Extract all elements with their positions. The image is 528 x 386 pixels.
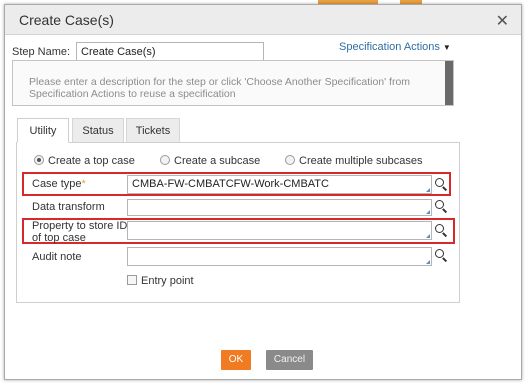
tab-utility[interactable]: Utility bbox=[17, 118, 69, 143]
radio-create-multiple-subcases[interactable]: Create multiple subcases bbox=[285, 155, 423, 167]
resize-corner-icon bbox=[426, 260, 430, 264]
audit-note-label: Audit note bbox=[32, 251, 82, 263]
resize-corner-icon bbox=[426, 234, 430, 238]
specification-actions-menu[interactable]: Specification Actions ▼ bbox=[339, 41, 451, 53]
data-transform-label: Data transform bbox=[32, 201, 105, 213]
close-icon[interactable]: ✕ bbox=[496, 11, 509, 31]
step-description-textarea[interactable]: Please enter a description for the step … bbox=[12, 60, 454, 106]
property-label: Property to store ID of top case bbox=[32, 220, 127, 244]
radio-unselected-icon bbox=[160, 155, 170, 165]
specification-actions-label: Specification Actions bbox=[339, 41, 440, 53]
dialog-titlebar: Create Case(s) ✕ bbox=[5, 5, 521, 35]
description-scrollbar[interactable] bbox=[445, 61, 453, 105]
data-transform-search-icon[interactable] bbox=[435, 200, 447, 212]
property-input[interactable] bbox=[127, 221, 432, 240]
case-type-search-icon[interactable] bbox=[435, 178, 447, 190]
dialog-title: Create Case(s) bbox=[19, 12, 114, 28]
radio-unselected-icon bbox=[285, 155, 295, 165]
ok-button[interactable]: OK bbox=[221, 350, 251, 370]
step-name-label: Step Name: bbox=[12, 46, 71, 58]
entry-point-checkbox[interactable]: Entry point bbox=[127, 275, 194, 287]
case-type-label: Case type* bbox=[32, 178, 86, 190]
checkbox-icon bbox=[127, 275, 137, 285]
audit-note-input[interactable] bbox=[127, 247, 432, 266]
property-label-line1: Property to store ID bbox=[32, 220, 128, 232]
radio-create-subcase[interactable]: Create a subcase bbox=[160, 155, 260, 167]
step-name-input[interactable] bbox=[76, 42, 264, 62]
entry-point-label: Entry point bbox=[141, 275, 194, 287]
data-transform-input[interactable] bbox=[127, 199, 432, 216]
radio-label: Create a top case bbox=[48, 155, 135, 167]
tab-status[interactable]: Status bbox=[72, 118, 124, 143]
case-type-value: CMBA-FW-CMBATCFW-Work-CMBATC bbox=[132, 178, 329, 190]
resize-corner-icon bbox=[426, 188, 430, 192]
case-type-input[interactable]: CMBA-FW-CMBATCFW-Work-CMBATC bbox=[127, 175, 432, 194]
required-marker: * bbox=[81, 178, 86, 190]
cancel-button[interactable]: Cancel bbox=[266, 350, 313, 370]
radio-label: Create multiple subcases bbox=[299, 155, 423, 167]
radio-create-top-case[interactable]: Create a top case bbox=[34, 155, 135, 167]
radio-label: Create a subcase bbox=[174, 155, 261, 167]
audit-note-search-icon[interactable] bbox=[435, 249, 447, 261]
resize-corner-icon bbox=[426, 210, 430, 214]
caret-down-icon: ▼ bbox=[442, 43, 451, 52]
radio-selected-icon bbox=[34, 155, 44, 165]
property-search-icon[interactable] bbox=[435, 224, 447, 236]
case-type-label-text: Case type bbox=[32, 178, 82, 190]
property-label-line2: of top case bbox=[32, 232, 86, 244]
description-placeholder: Please enter a description for the step … bbox=[29, 76, 411, 100]
tab-tickets[interactable]: Tickets bbox=[126, 118, 180, 143]
